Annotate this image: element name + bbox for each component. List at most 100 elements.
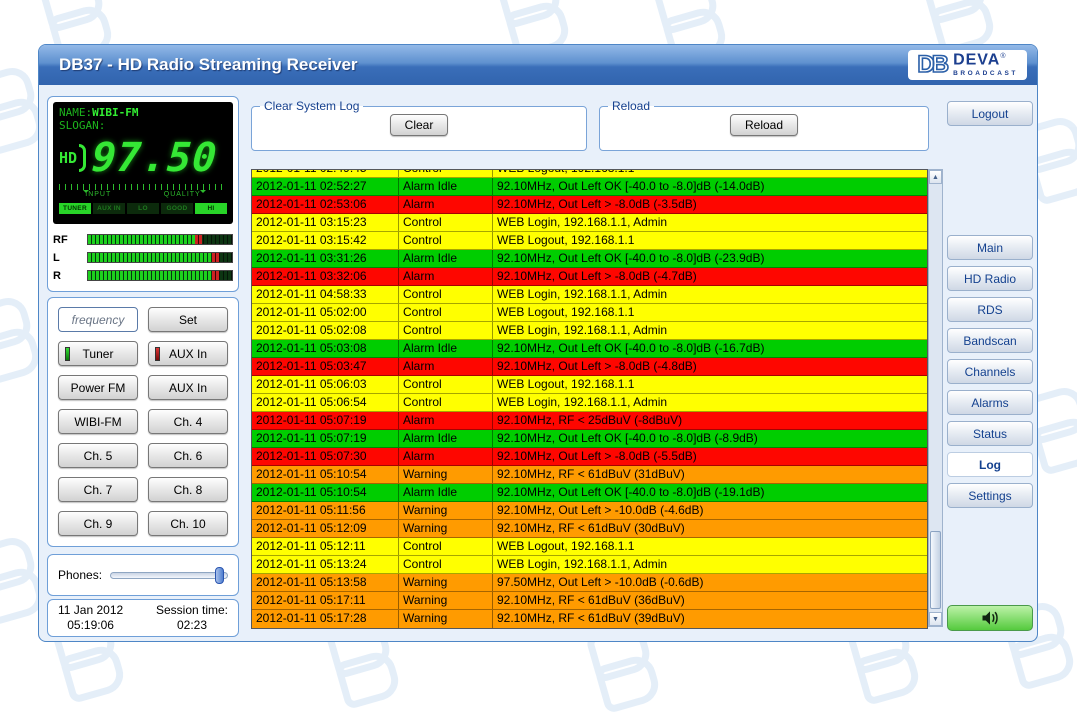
preset-button[interactable]: Tuner — [58, 341, 138, 366]
preset-button[interactable]: Ch. 7 — [58, 477, 138, 502]
log-row: 2012-01-11 03:15:23 Control WEB Login, 1… — [252, 214, 927, 232]
log-type: Control — [398, 538, 492, 555]
log-time: 2012-01-11 03:15:23 — [252, 214, 398, 231]
log-message: 92.10MHz, RF < 61dBuV (36dBuV) — [492, 592, 927, 609]
meter-bar — [87, 252, 233, 263]
phones-slider-handle[interactable] — [215, 567, 224, 584]
preset-label: Ch. 9 — [84, 517, 113, 531]
page-title: DB37 - HD Radio Streaming Receiver — [59, 55, 358, 75]
log-message: 92.10MHz, RF < 61dBuV (39dBuV) — [492, 610, 927, 628]
preset-label: WIBI-FM — [74, 415, 121, 429]
log-type: Control — [398, 376, 492, 393]
log-message: WEB Login, 192.168.1.1, Admin — [492, 286, 927, 303]
nav-item[interactable]: Bandscan — [947, 328, 1033, 353]
log-type: Alarm — [398, 196, 492, 213]
preset-label: Ch. 4 — [174, 415, 203, 429]
meter-label: R — [53, 270, 87, 282]
nav-item[interactable]: RDS — [947, 297, 1033, 322]
log-time: 2012-01-11 05:02:08 — [252, 322, 398, 339]
log-time: 2012-01-11 05:10:54 — [252, 466, 398, 483]
preset-button[interactable]: AUX In — [148, 375, 228, 400]
log-time: 2012-01-11 02:52:27 — [252, 178, 398, 195]
log-row: 2012-01-11 05:02:00 Control WEB Logout, … — [252, 304, 927, 322]
nav-item[interactable]: HD Radio — [947, 266, 1033, 291]
log-time: 2012-01-11 05:07:30 — [252, 448, 398, 465]
logo-reg: ® — [1000, 53, 1006, 60]
log-type: Warning — [398, 502, 492, 519]
phones-label: Phones: — [58, 568, 102, 582]
log-message: 92.10MHz, RF < 25dBuV (-8dBuV) — [492, 412, 927, 429]
scrollbar-thumb[interactable] — [930, 531, 941, 609]
log-type: Control — [398, 304, 492, 321]
hd-logo-icon: HD — [59, 144, 86, 172]
log-message: 92.10MHz, Out Left OK [-40.0 to -8.0]dB … — [492, 484, 927, 501]
preset-button[interactable]: Ch. 9 — [58, 511, 138, 536]
scroll-down-icon[interactable]: ▼ — [929, 612, 942, 626]
nav-item[interactable]: Main — [947, 235, 1033, 260]
log-row: 2012-01-11 05:13:58 Warning 97.50MHz, Ou… — [252, 574, 927, 592]
frequency-input[interactable] — [58, 307, 138, 332]
level-meter: R — [53, 268, 233, 283]
log-row: 2012-01-11 05:07:30 Alarm 92.10MHz, Out … — [252, 448, 927, 466]
log-message: WEB Login, 192.168.1.1, Admin — [492, 322, 927, 339]
nav-item[interactable]: Alarms — [947, 390, 1033, 415]
listen-button[interactable] — [947, 605, 1033, 631]
log-row: 2012-01-11 05:07:19 Alarm 92.10MHz, RF <… — [252, 412, 927, 430]
log-time: 2012-01-11 05:07:19 — [252, 430, 398, 447]
log-type: Warning — [398, 574, 492, 591]
preset-button[interactable]: Ch. 5 — [58, 443, 138, 468]
nav-item[interactable]: Settings — [947, 483, 1033, 508]
lcd-scale — [59, 184, 227, 191]
nav-item[interactable]: Status — [947, 421, 1033, 446]
deva-db-icon: DB — [917, 53, 946, 77]
log-message: 92.10MHz, RF < 61dBuV (31dBuV) — [492, 466, 927, 483]
scroll-up-icon[interactable]: ▲ — [929, 170, 942, 184]
preset-button[interactable]: Ch. 4 — [148, 409, 228, 434]
log-time: 2012-01-11 03:15:42 — [252, 232, 398, 249]
log-time: 2012-01-11 05:17:11 — [252, 592, 398, 609]
log-type: Control — [398, 232, 492, 249]
log-type: Control — [398, 556, 492, 573]
phones-panel: Phones: — [47, 554, 239, 596]
set-button[interactable]: Set — [148, 307, 228, 332]
log-type: Alarm — [398, 358, 492, 375]
log-message: WEB Login, 192.168.1.1, Admin — [492, 394, 927, 411]
clear-button[interactable]: Clear — [390, 114, 449, 136]
preset-button[interactable]: Ch. 6 — [148, 443, 228, 468]
nav-item[interactable]: Log — [947, 452, 1033, 477]
session-time-label: Session time: — [156, 603, 228, 617]
log-time: 2012-01-11 05:06:54 — [252, 394, 398, 411]
lcd-name-label: NAME: — [59, 106, 92, 119]
log-time: 2012-01-11 05:06:03 — [252, 376, 398, 393]
logout-button[interactable]: Logout — [947, 101, 1033, 126]
log-message: 92.10MHz, Out Left OK [-40.0 to -8.0]dB … — [492, 340, 927, 357]
preset-button[interactable]: AUX In — [148, 341, 228, 366]
log-message: WEB Login, 192.168.1.1, Admin — [492, 556, 927, 573]
log-type: Control — [398, 394, 492, 411]
lcd-indicator: GOOD — [161, 203, 193, 214]
log-row: 2012-01-11 05:12:11 Control WEB Logout, … — [252, 538, 927, 556]
log-row: 2012-01-11 02:49:45 Control WEB Logout, … — [252, 170, 927, 178]
log-message: WEB Logout, 192.168.1.1 — [492, 232, 927, 249]
log-message: 92.10MHz, Out Left OK [-40.0 to -8.0]dB … — [492, 430, 927, 447]
reload-legend: Reload — [608, 99, 654, 113]
log-row: 2012-01-11 03:31:26 Alarm Idle 92.10MHz,… — [252, 250, 927, 268]
log-row: 2012-01-11 05:03:47 Alarm 92.10MHz, Out … — [252, 358, 927, 376]
log-row: 2012-01-11 05:11:56 Warning 92.10MHz, Ou… — [252, 502, 927, 520]
log-type: Alarm Idle — [398, 340, 492, 357]
log-scrollbar[interactable]: ▲ ▼ — [928, 169, 943, 627]
led-indicator — [65, 347, 70, 361]
preset-button[interactable]: Ch. 10 — [148, 511, 228, 536]
preset-label: AUX In — [169, 381, 207, 395]
log-time: 2012-01-11 05:12:11 — [252, 538, 398, 555]
phones-slider[interactable] — [110, 572, 228, 579]
preset-button[interactable]: Power FM — [58, 375, 138, 400]
log-row: 2012-01-11 05:17:28 Warning 92.10MHz, RF… — [252, 610, 927, 628]
log-time: 2012-01-11 05:03:47 — [252, 358, 398, 375]
preset-button[interactable]: Ch. 8 — [148, 477, 228, 502]
reload-button[interactable]: Reload — [730, 114, 798, 136]
preset-button[interactable]: WIBI-FM — [58, 409, 138, 434]
log-message: 92.10MHz, RF < 61dBuV (30dBuV) — [492, 520, 927, 537]
log-row: 2012-01-11 05:10:54 Warning 92.10MHz, RF… — [252, 466, 927, 484]
nav-item[interactable]: Channels — [947, 359, 1033, 384]
